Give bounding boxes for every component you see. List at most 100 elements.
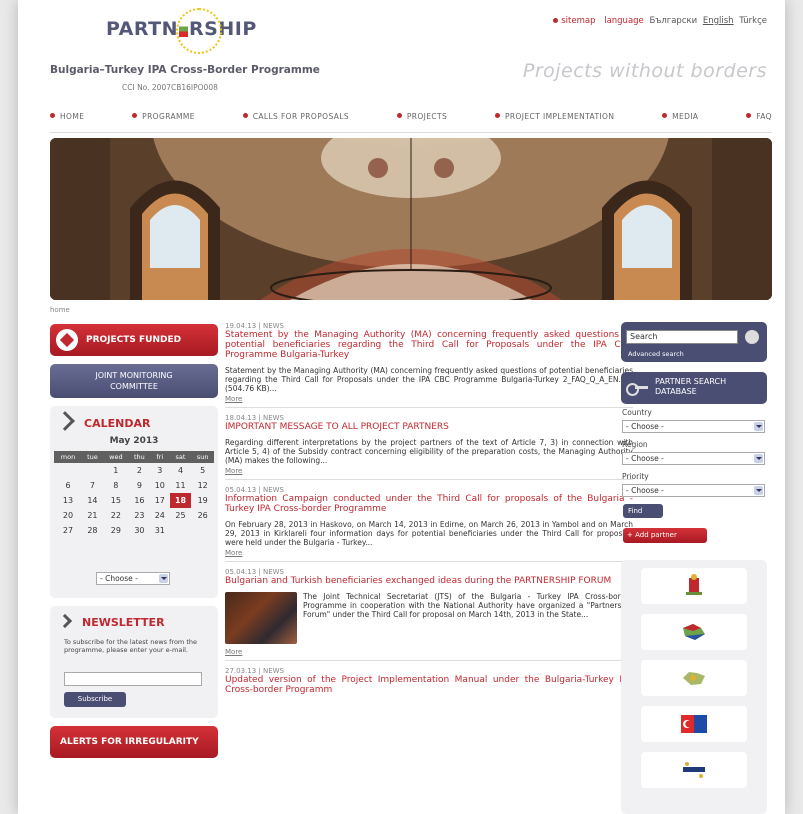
- nav-media[interactable]: MEDIA: [662, 112, 698, 128]
- nav-programme[interactable]: PROGRAMME: [132, 112, 195, 128]
- logo-map-flags[interactable]: [641, 614, 747, 650]
- calendar-day[interactable]: 20: [54, 508, 82, 523]
- lang-tr-link[interactable]: Türkçe: [739, 16, 767, 26]
- calendar-day[interactable]: [170, 523, 192, 538]
- news-title-link[interactable]: Bulgarian and Turkish beneficiaries exch…: [225, 576, 633, 586]
- news-thumbnail-image[interactable]: [225, 592, 297, 644]
- calendar-category-select[interactable]: - Choose -: [96, 572, 170, 585]
- news-title-link[interactable]: Statement by the Managing Authority (MA)…: [225, 330, 633, 360]
- news-date: 05.04.13 | NEWS: [225, 486, 285, 494]
- calendar-day[interactable]: 25: [170, 508, 192, 523]
- partner-search-database-header[interactable]: PARTNER SEARCH DATABASE: [621, 372, 767, 404]
- priority-select[interactable]: - Choose -: [622, 484, 765, 497]
- country-label: Country: [622, 408, 652, 417]
- projects-funded-button[interactable]: PROJECTS FUNDED: [50, 324, 218, 356]
- calendar-day[interactable]: 17: [150, 493, 170, 508]
- news-excerpt: Regarding different interpretations by t…: [225, 438, 633, 465]
- country-select[interactable]: - Choose -: [622, 420, 765, 433]
- calendar-day[interactable]: 14: [82, 493, 103, 508]
- advanced-search-link[interactable]: Advanced search: [628, 350, 684, 358]
- calendar-day[interactable]: 12: [191, 478, 214, 493]
- nav-projects[interactable]: PROJECTS: [397, 112, 447, 128]
- calendar-day[interactable]: 13: [54, 493, 82, 508]
- calendar-day[interactable]: 4: [170, 463, 192, 478]
- search-input[interactable]: Search: [626, 330, 738, 344]
- news-excerpt: Statement by the Managing Authority (MA)…: [225, 366, 633, 393]
- find-button[interactable]: Find: [623, 504, 663, 518]
- chevron-right-icon: [57, 613, 73, 629]
- calendar-day[interactable]: 22: [103, 508, 129, 523]
- calendar-day[interactable]: 15: [103, 493, 129, 508]
- calendar-day[interactable]: [191, 523, 214, 538]
- calendar-day[interactable]: 21: [82, 508, 103, 523]
- calendar-widget: CALENDAR May 2013 mon tue wed thu fri sa…: [50, 406, 218, 598]
- newsletter-title: NEWSLETTER: [57, 613, 165, 629]
- logo-black-sea[interactable]: [641, 752, 747, 788]
- chevron-right-icon: [55, 411, 75, 431]
- breadcrumb[interactable]: home: [50, 306, 70, 314]
- calendar-day[interactable]: 2: [129, 463, 150, 478]
- calendar-day[interactable]: 6: [54, 478, 82, 493]
- calendar-day[interactable]: 3: [150, 463, 170, 478]
- newsletter-widget: NEWSLETTER To subscribe for the latest n…: [50, 606, 218, 718]
- partnership-logo[interactable]: PARTN RSHIP: [106, 8, 257, 54]
- logo-region-map[interactable]: [641, 660, 747, 696]
- news-date: 27.03.13 | NEWS: [225, 667, 285, 675]
- lang-bg-link[interactable]: Български: [649, 16, 697, 26]
- calendar-day[interactable]: 10: [150, 478, 170, 493]
- calendar-day[interactable]: 16: [129, 493, 150, 508]
- nav-faq[interactable]: FAQ: [746, 112, 772, 128]
- news-more-link[interactable]: More: [225, 549, 633, 557]
- calendar-day[interactable]: 7: [82, 478, 103, 493]
- joint-monitoring-committee-button[interactable]: JOINT MONITORING COMMITTEE: [50, 364, 218, 398]
- calendar-day[interactable]: 11: [170, 478, 192, 493]
- slogan: Projects without borders: [522, 60, 767, 82]
- logo-tr-eu-flags[interactable]: [641, 706, 747, 742]
- news-excerpt: The Joint Technical Secretariat (JTS) of…: [225, 592, 633, 646]
- calendar-day[interactable]: 26: [191, 508, 214, 523]
- calendar-day[interactable]: 27: [54, 523, 82, 538]
- nav-project-implementation[interactable]: PROJECT IMPLEMENTATION: [495, 112, 614, 128]
- calendar-day[interactable]: [82, 463, 103, 478]
- news-more-link[interactable]: More: [225, 395, 633, 403]
- news-date: 18.04.13 | NEWS: [225, 414, 285, 422]
- eu-stars-icon: [176, 8, 222, 54]
- coat-of-arms-icon: [686, 574, 702, 595]
- sitemap-link[interactable]: sitemap: [553, 16, 595, 26]
- newsletter-text: To subscribe for the latest news from th…: [64, 638, 197, 654]
- calendar-day-today[interactable]: 18: [169, 493, 192, 508]
- calendar-day[interactable]: 1: [103, 463, 129, 478]
- news-more-link[interactable]: More: [225, 467, 633, 475]
- logo-bulgaria-emblem[interactable]: [641, 568, 747, 604]
- calendar-day[interactable]: 19: [191, 493, 214, 508]
- nav-home[interactable]: HOME: [50, 112, 84, 128]
- add-partner-button[interactable]: + Add partner: [623, 528, 707, 543]
- chevron-down-icon: [159, 574, 168, 583]
- map-icon: [683, 672, 705, 685]
- calendar-day[interactable]: 30: [129, 523, 150, 538]
- calendar-day[interactable]: 24: [150, 508, 170, 523]
- language-label: language: [604, 16, 644, 26]
- news-title-link[interactable]: Updated version of the Project Implement…: [225, 675, 633, 695]
- calendar-day[interactable]: 9: [129, 478, 150, 493]
- calendar-day[interactable]: 31: [150, 523, 170, 538]
- alerts-for-irregularity-button[interactable]: ALERTS FOR IRREGULARITY: [50, 726, 218, 758]
- calendar-day[interactable]: [54, 463, 82, 478]
- calendar-day[interactable]: 8: [103, 478, 129, 493]
- newsletter-email-input[interactable]: [64, 672, 202, 686]
- nav-calls-for-proposals[interactable]: CALLS FOR PROPOSALS: [243, 112, 349, 128]
- news-more-link[interactable]: More: [225, 648, 633, 656]
- calendar-day[interactable]: 23: [129, 508, 150, 523]
- subscribe-button[interactable]: Subscribe: [64, 692, 126, 707]
- news-item: 27.03.13 | NEWS Updated version of the P…: [225, 667, 633, 699]
- news-title-link[interactable]: IMPORTANT MESSAGE TO ALL PROJECT PARTNER…: [225, 422, 633, 432]
- calendar-day[interactable]: 28: [82, 523, 103, 538]
- calendar-day[interactable]: 29: [103, 523, 129, 538]
- region-select[interactable]: - Choose -: [622, 452, 765, 465]
- news-item: 19.04.13 | NEWS Statement by the Managin…: [225, 322, 633, 408]
- news-list: 19.04.13 | NEWS Statement by the Managin…: [225, 322, 633, 705]
- search-submit-icon[interactable]: [745, 330, 759, 344]
- lang-en-link[interactable]: English: [703, 16, 734, 26]
- calendar-day[interactable]: 5: [191, 463, 214, 478]
- news-title-link[interactable]: Information Campaign conducted under the…: [225, 494, 633, 514]
